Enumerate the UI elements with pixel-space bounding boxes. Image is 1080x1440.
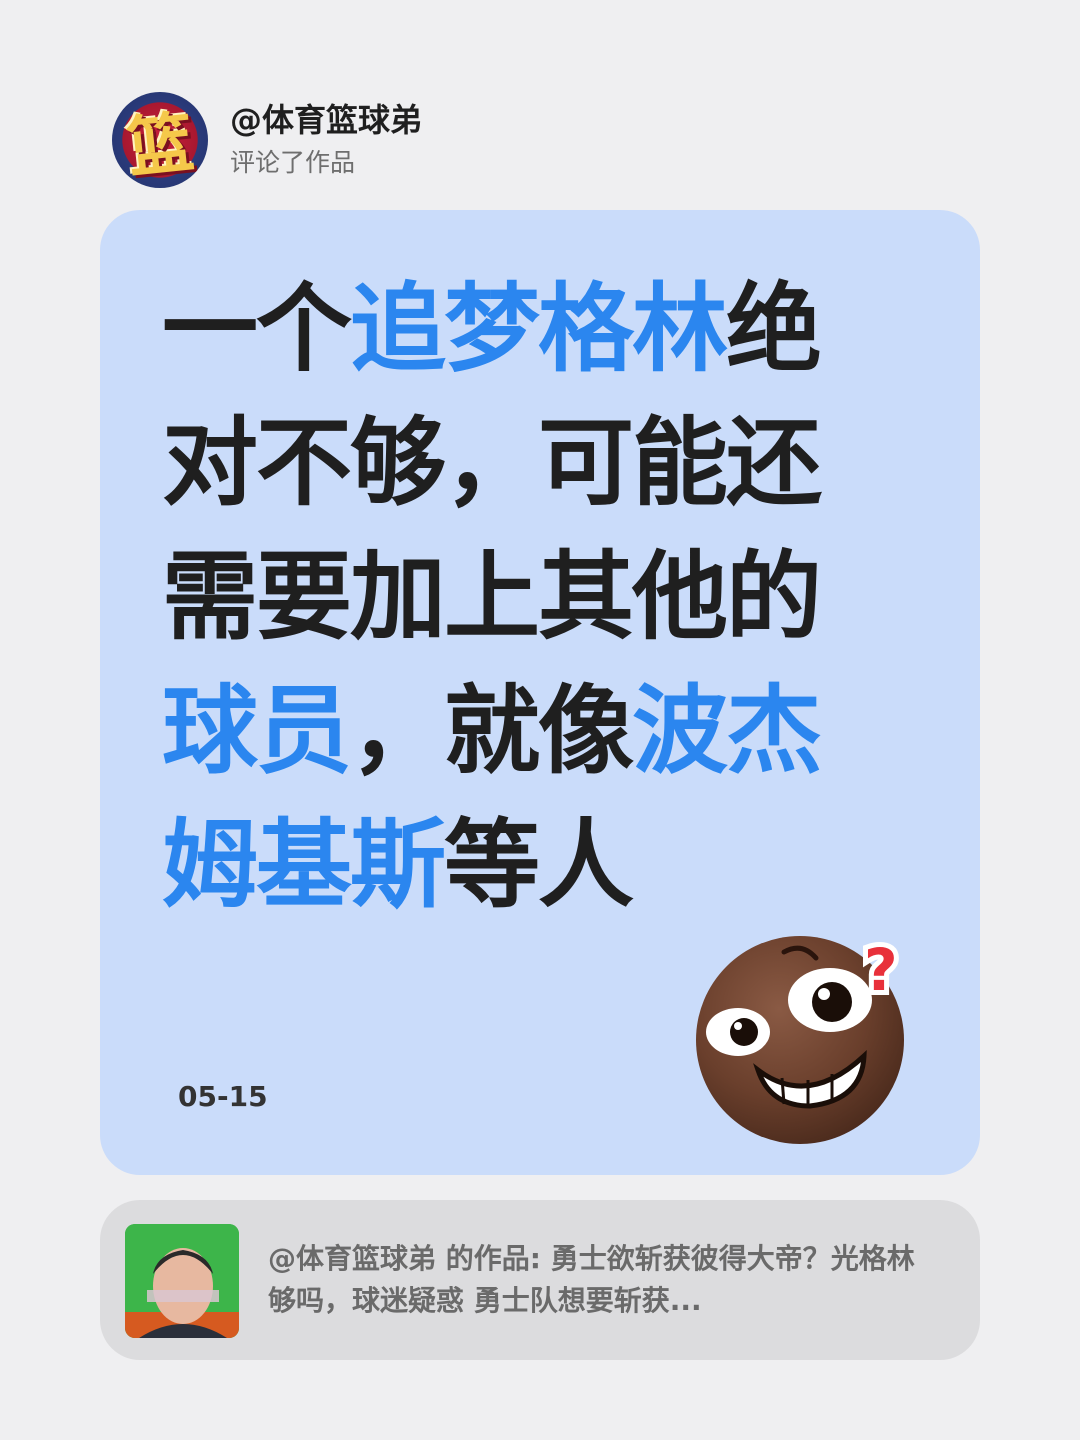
avatar-logo: 篮 [123, 103, 198, 188]
author-info: @体育篮球弟 评论了作品 [230, 98, 422, 182]
comment-part: 等人 [444, 809, 634, 921]
comment-share-page: 篮 @体育篮球弟 评论了作品 一个追梦格林绝对不够，可能还需要加上其他的球员，就… [0, 0, 1080, 1440]
work-thumbnail[interactable] [125, 1224, 239, 1338]
quoted-work-text: @体育篮球弟 的作品: 勇士欲斩获彼得大帝？光格林够吗，球迷疑惑 勇士队想要斩获… [268, 1242, 915, 1317]
comment-highlight: 球员 [162, 675, 352, 787]
quoted-work-card[interactable]: @体育篮球弟 的作品: 勇士欲斩获彼得大帝？光格林够吗，球迷疑惑 勇士队想要斩获… [100, 1200, 980, 1360]
comment-date: 05-15 [178, 1080, 268, 1113]
comment-part: 一个 [162, 273, 352, 385]
comment-part: ，就像 [350, 675, 634, 787]
action-text: 评论了作品 [230, 148, 356, 177]
thumbnail-image [125, 1224, 239, 1338]
confused-grin-emoji-icon: ? ? [696, 931, 904, 1144]
avatar[interactable]: 篮 [112, 92, 208, 188]
comment-highlight: 追梦格林 [350, 273, 728, 385]
author-header[interactable]: 篮 @体育篮球弟 评论了作品 [112, 92, 422, 188]
comment-text: 一个追梦格林绝对不够，可能还需要加上其他的球员，就像波杰姆基斯等人 [162, 262, 882, 932]
comment-card: 一个追梦格林绝对不够，可能还需要加上其他的球员，就像波杰姆基斯等人 05-15 [100, 210, 980, 1175]
question-mark-icon: ? ? [859, 931, 903, 1009]
username[interactable]: @体育篮球弟 [230, 98, 422, 142]
svg-text:?: ? [864, 936, 898, 1004]
